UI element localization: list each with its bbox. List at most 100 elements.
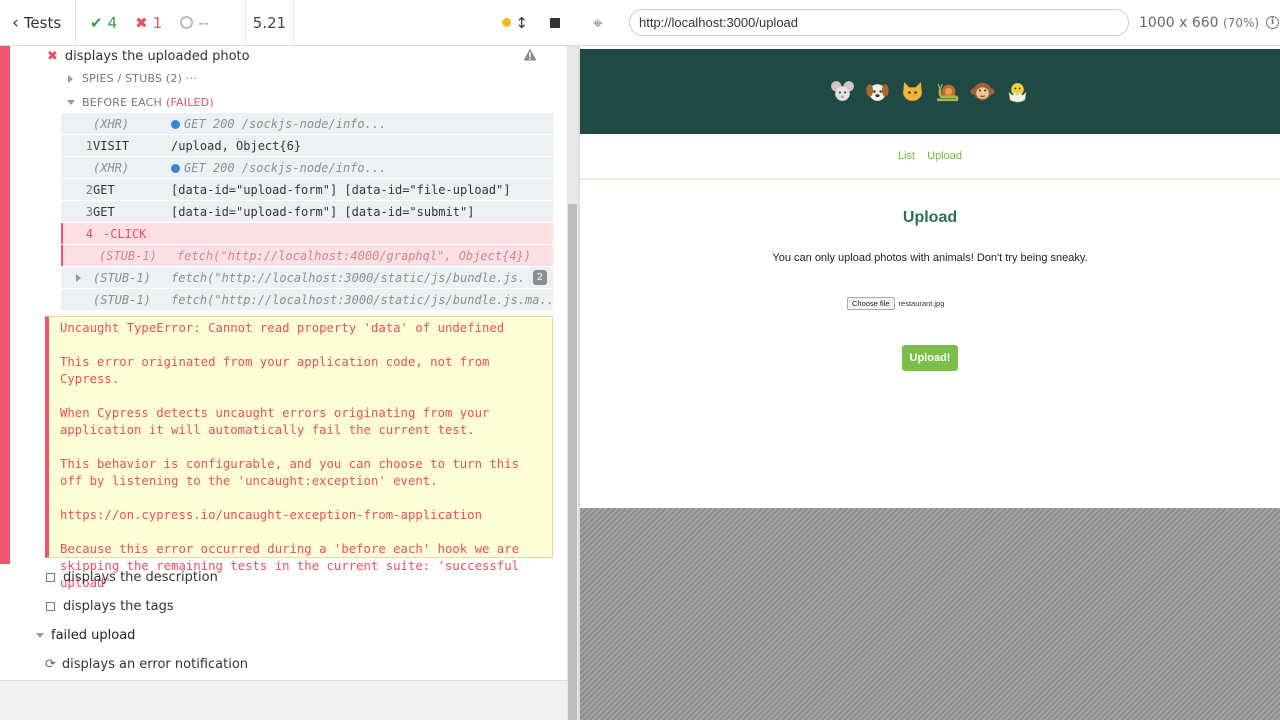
command-message: GET 200 /sockjs-node/info...	[171, 161, 553, 175]
command-name: VISIT	[93, 138, 130, 153]
test-title: displays the tags	[63, 599, 174, 614]
failed-test-title[interactable]: ✖ displays the uploaded photo	[47, 47, 553, 65]
auto-scroll-toggle-icon[interactable]: ↕	[515, 14, 528, 32]
command-name: (XHR)	[93, 116, 130, 131]
reporter-scrollbar-thumb[interactable]	[568, 204, 577, 720]
command-row[interactable]: (STUB-1) fetch("http://localhost:3000/st…	[61, 289, 553, 310]
error-docs-link[interactable]: https://on.cypress.io/uncaught-exception…	[60, 507, 542, 524]
command-row[interactable]: (STUB-1) fetch("http://localhost:4000/gr…	[61, 245, 553, 266]
command-row[interactable]: (XHR) GET 200 /sockjs-node/info...	[61, 113, 553, 134]
command-name: (XHR)	[93, 160, 130, 175]
command-message: [data-id="upload-form"] [data-id="file-u…	[171, 182, 511, 197]
more-icon: ···	[185, 72, 197, 85]
command-number: 4	[85, 226, 93, 241]
viewport-size: 1000 x 660	[1139, 14, 1219, 31]
command-row[interactable]: (XHR) GET 200 /sockjs-node/info...	[61, 157, 553, 178]
choose-file-button[interactable]: Choose file	[847, 297, 895, 310]
dog-icon	[866, 84, 889, 101]
failed-test-indicator	[0, 46, 10, 564]
caret-right-icon	[76, 273, 81, 282]
app-nav: List Upload	[580, 134, 1280, 180]
error-title: Uncaught TypeError: Cannot read property…	[60, 321, 505, 335]
command-message-text: GET 200 /sockjs-node/info...	[184, 116, 387, 131]
pending-checkbox-icon	[46, 602, 55, 611]
xhr-status-dot-icon	[171, 119, 180, 129]
caret-down-icon	[36, 633, 44, 638]
aut-stage-background	[580, 508, 1280, 720]
chevron-left-icon: ‹	[12, 12, 19, 33]
suite-failed-upload[interactable]: failed upload	[36, 628, 135, 643]
test-displays-error-notification[interactable]: ⟳ displays an error notification	[45, 657, 248, 672]
failed-command-row[interactable]: 4 -CLICK	[61, 223, 553, 244]
test-title: displays the description	[63, 570, 218, 585]
mouse-icon	[831, 81, 854, 101]
caret-down-icon	[67, 100, 75, 105]
before-each-hook-toggle[interactable]: BEFORE EACH (FAILED)	[67, 96, 214, 109]
url-field[interactable]	[629, 9, 1129, 36]
page-description: You can only upload photos with animals!…	[772, 252, 1088, 264]
xhr-status-dot-icon	[171, 163, 180, 173]
spies-label: SPIES / STUBS	[82, 72, 163, 85]
pending-circle-icon	[180, 16, 194, 29]
command-row[interactable]: 3 GET [data-id="upload-form"] [data-id="…	[61, 201, 553, 222]
selector-playground-icon[interactable]: ⌖	[593, 14, 611, 34]
command-name: (STUB-1)	[93, 270, 151, 285]
pending-stat[interactable]: --	[180, 14, 209, 32]
command-message: fetch("http://localhost:3000/static/js/b…	[171, 292, 553, 307]
command-number	[61, 271, 93, 285]
hatching-chick-icon	[1008, 83, 1027, 103]
command-row[interactable]: (STUB-1) fetch("http://localhost:3000/st…	[61, 267, 553, 288]
warning-icon	[523, 48, 537, 61]
upload-submit-button[interactable]: Upload!	[902, 345, 958, 371]
passed-count: 4	[107, 13, 118, 32]
app-banner	[580, 49, 1280, 134]
tests-back-button[interactable]: ‹ Tests	[0, 0, 76, 45]
command-name: (STUB-1)	[93, 292, 151, 307]
command-row[interactable]: 2 GET [data-id="upload-form"] [data-id="…	[61, 179, 553, 200]
failed-count: 1	[152, 13, 163, 32]
error-explanation: When Cypress detects uncaught errors ori…	[60, 406, 490, 437]
command-number: 3	[85, 204, 93, 219]
command-message: /upload, Object{6}	[171, 138, 302, 153]
cat-icon	[903, 82, 922, 101]
test-displays-description[interactable]: displays the description	[46, 570, 218, 585]
command-message: [data-id="upload-form"] [data-id="submit…	[171, 204, 475, 219]
reporter-panel: ‹ Tests ✔ 4 ✖ 1 -- 5.21 ↕ ✖ displays the…	[0, 0, 578, 720]
suite-title: failed upload	[51, 628, 136, 643]
run-controls: ↕	[294, 0, 578, 45]
stop-button[interactable]	[550, 17, 560, 28]
viewport-scale: (70%)	[1223, 15, 1260, 30]
pending-count: --	[198, 13, 210, 32]
file-upload-field: Choose file restaurant.jpg	[847, 297, 944, 310]
test-displays-tags[interactable]: displays the tags	[46, 599, 174, 614]
spies-stubs-toggle[interactable]: SPIES / STUBS (2) ···	[68, 72, 197, 85]
test-stats: ✔ 4 ✖ 1 --	[76, 0, 246, 45]
cross-icon: ✖	[135, 13, 148, 32]
command-message: GET 200 /sockjs-node/info...	[171, 117, 553, 131]
cross-icon: ✖	[47, 48, 58, 64]
caret-right-icon	[68, 74, 73, 83]
failed-stat[interactable]: ✖ 1	[135, 14, 162, 32]
error-origin: This error originated from your applicat…	[60, 355, 490, 386]
passed-stat[interactable]: ✔ 4	[90, 14, 117, 32]
tests-label: Tests	[23, 13, 62, 32]
command-name: (STUB-1)	[99, 248, 157, 263]
error-config: This behavior is configurable, and you c…	[60, 457, 520, 488]
duration: 5.21	[246, 0, 294, 45]
spies-count: (2)	[165, 72, 183, 85]
hook-status: (FAILED)	[166, 96, 214, 109]
viewport-info[interactable]: 1000 x 660 (70%)	[1139, 15, 1259, 31]
command-message-text: GET 200 /sockjs-node/info...	[184, 160, 387, 175]
reporter-footer	[0, 680, 567, 720]
info-icon[interactable]: i	[1266, 16, 1280, 29]
nav-link-upload[interactable]: Upload	[927, 150, 962, 162]
command-message: fetch("http://localhost:4000/graphql", O…	[177, 248, 532, 263]
check-icon: ✔	[90, 13, 103, 32]
test-title: displays the uploaded photo	[64, 48, 250, 64]
command-row[interactable]: 1 VISIT /upload, Object{6}	[61, 135, 553, 156]
reporter-header: ‹ Tests ✔ 4 ✖ 1 -- 5.21 ↕	[0, 0, 578, 46]
command-number: 1	[85, 138, 93, 153]
snail-icon	[937, 83, 959, 102]
nav-link-list[interactable]: List	[898, 150, 915, 162]
running-refresh-icon: ⟳	[45, 657, 56, 672]
